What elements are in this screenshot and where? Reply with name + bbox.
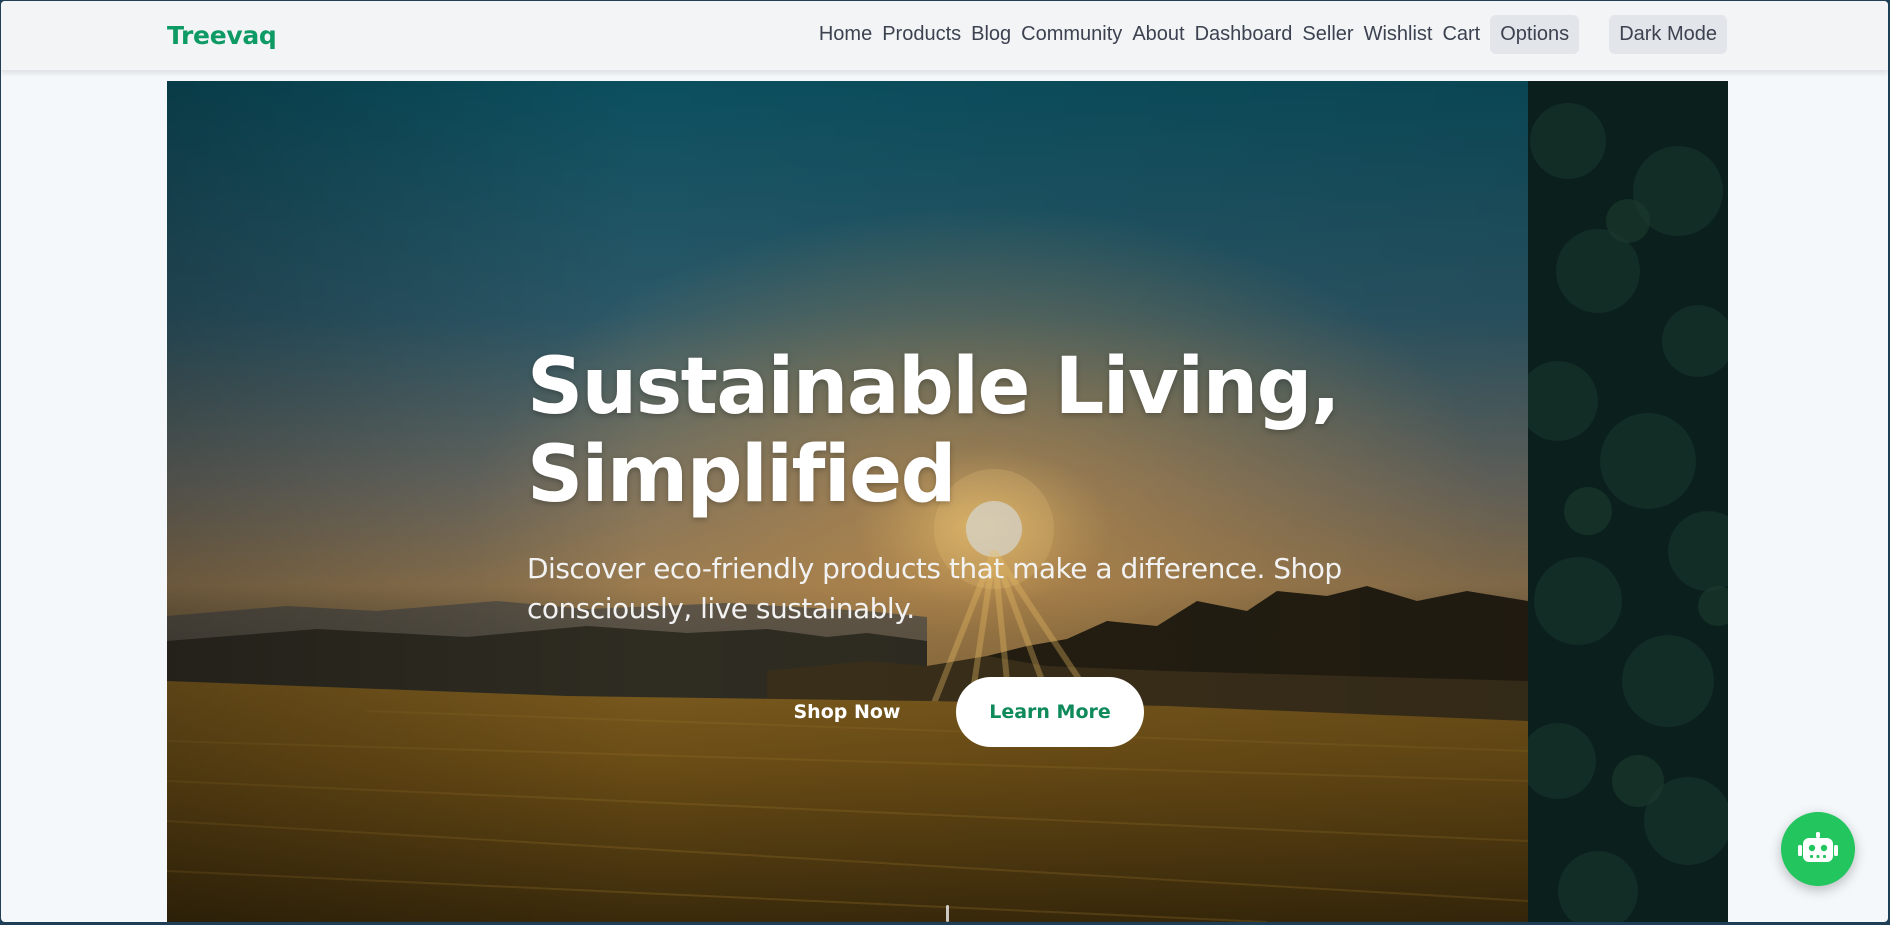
- browser-viewport: Treevaq Home Products Blog Community Abo…: [1, 1, 1888, 922]
- shop-now-button[interactable]: Shop Now: [762, 677, 932, 747]
- nav-link-about[interactable]: About: [1132, 15, 1184, 54]
- nav-link-seller[interactable]: Seller: [1302, 15, 1353, 54]
- top-navbar: Treevaq Home Products Blog Community Abo…: [1, 1, 1888, 71]
- robot-icon: [1798, 832, 1838, 862]
- hero-carousel: Sustainable Living, Simplified Discover …: [167, 81, 1728, 922]
- hero-title-line1: Sustainable Living,: [527, 342, 1341, 432]
- chatbot-button[interactable]: [1781, 812, 1855, 886]
- nav-link-wishlist[interactable]: Wishlist: [1364, 15, 1433, 54]
- nav-link-blog[interactable]: Blog: [971, 15, 1011, 54]
- main-nav: Home Products Blog Community About Dashb…: [819, 15, 1727, 54]
- brand-logo[interactable]: Treevaq: [167, 21, 277, 50]
- hero-title: Sustainable Living, Simplified: [527, 343, 1367, 519]
- nav-link-dashboard[interactable]: Dashboard: [1195, 15, 1293, 54]
- nav-link-home[interactable]: Home: [819, 15, 872, 54]
- hero-title-line2: Simplified: [527, 430, 956, 520]
- nav-link-cart[interactable]: Cart: [1442, 15, 1480, 54]
- nav-link-community[interactable]: Community: [1021, 15, 1122, 54]
- nav-link-products[interactable]: Products: [882, 15, 961, 54]
- dark-mode-button[interactable]: Dark Mode: [1609, 15, 1727, 54]
- options-button[interactable]: Options: [1490, 15, 1580, 54]
- hero-actions: Shop Now Learn More: [762, 677, 1144, 747]
- hero-subtitle: Discover eco-friendly products that make…: [527, 552, 1342, 625]
- scroll-indicator: [946, 905, 949, 922]
- hero-content: Sustainable Living, Simplified Discover …: [527, 343, 1367, 629]
- hero-next-slide-image: [1528, 81, 1728, 922]
- learn-more-button[interactable]: Learn More: [956, 677, 1144, 747]
